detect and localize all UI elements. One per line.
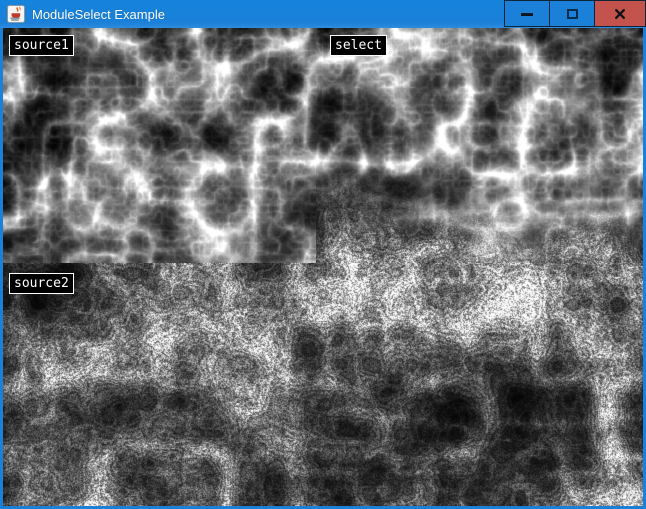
source2-noise-image: [3, 263, 643, 506]
maximize-button[interactable]: [549, 0, 595, 27]
source2-label: source2: [9, 273, 74, 294]
window-controls: [505, 0, 646, 27]
close-x-icon: [614, 8, 626, 20]
minimize-icon: [521, 13, 533, 16]
render-area: source1 select source2: [3, 28, 643, 506]
close-button[interactable]: [594, 0, 646, 27]
select-label: select: [330, 35, 387, 56]
maximize-icon: [567, 9, 578, 19]
source1-noise-image: [3, 28, 316, 263]
java-coffee-cup-icon: [7, 5, 25, 23]
source1-label: source1: [9, 35, 74, 56]
titlebar[interactable]: ModuleSelect Example: [0, 0, 646, 28]
minimize-button[interactable]: [504, 0, 550, 27]
application-window: ModuleSelect Example source1 select sour…: [0, 0, 646, 509]
window-title: ModuleSelect Example: [32, 7, 165, 22]
java-app-icon[interactable]: [7, 5, 25, 23]
